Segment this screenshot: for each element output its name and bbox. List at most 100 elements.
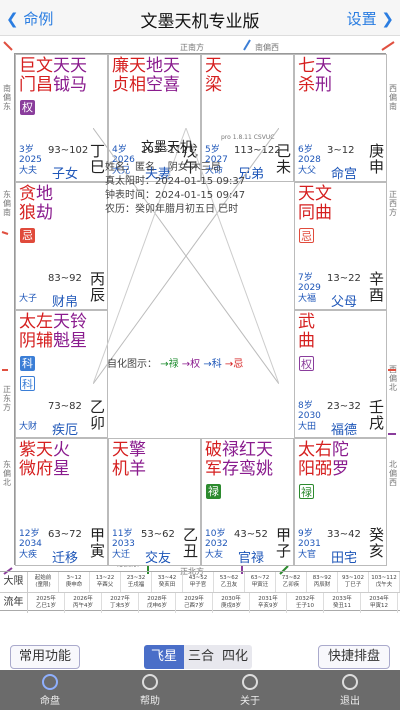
liu-cell[interactable]: 2031年 辛亥9岁 <box>250 593 287 613</box>
settings-button[interactable]: 设置 ❯ <box>347 8 394 29</box>
liu-cell[interactable]: 2026年 丙午4岁 <box>65 593 102 613</box>
palace-range: 23~32 <box>327 401 361 412</box>
palace-age: 6岁 2028 <box>298 145 321 165</box>
center-name-row: 姓名：匿名 阴女 木三局 <box>105 162 221 173</box>
info-icon <box>242 674 258 690</box>
palace-decade-label: 大福 <box>298 294 317 304</box>
palace-name: 官禄 <box>238 551 265 566</box>
tab-about[interactable]: 关于 <box>200 670 300 710</box>
common-functions-button[interactable]: 常用功能 <box>10 645 80 669</box>
sihua-badge: 禄 <box>299 484 314 499</box>
fly-star-tab[interactable]: 飞星 <box>144 645 184 669</box>
liu-cell[interactable]: 2027年 丁未5岁 <box>102 593 139 613</box>
palace-name: 田宅 <box>331 551 358 566</box>
da-cell[interactable]: 53~62 乙丑友 <box>214 572 245 592</box>
liu-row: 流年 2025年 乙巳1岁 2026年 丙午4岁 2027年 丁未5岁 2028年 戊… <box>0 592 400 613</box>
liu-cell[interactable]: 2028年 戊申6岁 <box>139 593 176 613</box>
quick-chart-button[interactable]: 快捷排盘 <box>318 645 390 669</box>
star-name: 火 星 <box>53 440 70 479</box>
liu-cell[interactable]: 2034年 甲寅12 <box>361 593 398 613</box>
sihua-badge: 禄 <box>206 484 221 499</box>
da-cell[interactable]: 63~72 甲寅迁 <box>245 572 276 592</box>
palace-decade-label: 大财 <box>19 422 38 432</box>
palace-cell[interactable]: 紫 微天 府火 星 12岁 2034 大疾 63~72 迁移甲 寅 <box>15 438 108 566</box>
self-transform-legend: 自化图示： →禄 →权 →科 →忌 <box>107 359 244 370</box>
da-cell[interactable]: 73~82 乙卯疾 <box>276 572 307 592</box>
palace-range: 3~12 <box>327 145 355 156</box>
star-name: 天 马 <box>70 56 87 95</box>
sihua-badge: 科 <box>20 376 35 391</box>
star-name: 天 府 <box>36 440 53 479</box>
palace-ganzhi: 乙 丑 <box>183 526 199 560</box>
chart-icon <box>42 674 58 690</box>
settings-label: 设置 <box>346 10 377 28</box>
palace-range: 93~102 <box>48 145 89 156</box>
star-name: 巨 门 <box>19 56 36 95</box>
palace-ganzhi: 乙 卯 <box>90 398 106 432</box>
star-name: 破 军 <box>205 440 222 479</box>
da-header: 大限 <box>0 572 28 592</box>
palace-range: 43~52 <box>234 529 268 540</box>
palace-stars: 七 杀天 刑 <box>298 57 332 95</box>
tab-chart[interactable]: 命盘 <box>0 670 100 710</box>
palace-cell[interactable]: 武 曲权 8岁 2030 大田 23~32 福德壬 戌 <box>294 310 387 438</box>
da-cell[interactable]: 起始前 (童限) <box>28 572 59 592</box>
sihua-badge: 科 <box>20 356 35 371</box>
navbar: ❮ 命例 文墨天机专业版 设置 ❯ <box>0 0 400 36</box>
palace-ganzhi: 壬 戌 <box>369 398 385 432</box>
tab-help[interactable]: 帮助 <box>100 670 200 710</box>
da-cell[interactable]: 13~22 辛酉父 <box>90 572 121 592</box>
palace-range: 63~72 <box>48 529 82 540</box>
palace-ganzhi: 甲 子 <box>276 526 292 560</box>
palace-stars: 太 阴左 辅天 魁铃 星 <box>19 313 87 351</box>
da-cell[interactable]: 23~32 壬戌福 <box>121 572 152 592</box>
palace-stars: 贪 狼地 劫 <box>19 185 53 223</box>
palace-stars: 廉 贞天 相地 空天 喜 <box>112 57 180 95</box>
da-cell[interactable]: 43~52 甲子官 <box>183 572 214 592</box>
palace-range: 53~62 <box>141 529 175 540</box>
palace-name: 命宫 <box>331 167 358 182</box>
palace-decade-label: 大官 <box>298 550 317 560</box>
palace-cell[interactable]: 天 同文 曲忌 7岁 2029 大福 13~22 父母辛 酉 <box>294 182 387 310</box>
star-name: 天 同 <box>298 184 315 223</box>
palace-age: 7岁 2029 <box>298 273 321 293</box>
liu-cell[interactable]: 2033年 癸丑11 <box>324 593 361 613</box>
star-name: 太 阴 <box>19 312 36 351</box>
center-version: pro 1.8.11 CSVUC <box>221 134 275 141</box>
exit-icon <box>342 674 358 690</box>
palace-cell[interactable]: 七 杀天 刑 6岁 2028 大父 3~12 命宫庚 申 <box>294 54 387 182</box>
star-name: 陀 罗 <box>332 440 349 479</box>
da-cell[interactable]: 3~12 庚申命 <box>59 572 90 592</box>
center-title: 文墨天机 <box>141 140 194 155</box>
palace-cell[interactable]: 太 阳右 弼陀 罗禄 9岁 2031 大官 33~42 田宅癸 亥 <box>294 438 387 566</box>
liu-cell[interactable]: 2030年 庚戌8岁 <box>213 593 250 613</box>
da-cell[interactable]: 83~92 丙辰财 <box>307 572 338 592</box>
star-name: 右 弼 <box>315 440 332 479</box>
da-cell[interactable]: 103~112 戊午夫 <box>369 572 400 592</box>
palace-decade-label: 大疾 <box>19 550 38 560</box>
da-cell[interactable]: 33~42 癸亥田 <box>152 572 183 592</box>
palace-name: 疾厄 <box>52 423 79 438</box>
chart-center: 文墨天机 pro 1.8.11 CSVUC 姓名：匿名 阴女 木三局 真太阳时：… <box>93 128 279 384</box>
palace-ganzhi: 癸 亥 <box>369 526 385 560</box>
liu-cell[interactable]: 2025年 乙巳1岁 <box>28 593 65 613</box>
palace-cell[interactable]: 天 机擎 羊 11岁 2033 大迁 53~62 交友乙 丑 <box>108 438 201 566</box>
palace-age: 3岁 2025 <box>19 145 42 165</box>
palace-cell[interactable]: 破 军禄 存红 鸾天 姚禄 10岁 2032 大友 43~52 官禄甲 子 <box>201 438 294 566</box>
sihua-tab[interactable]: 四化 <box>218 645 252 669</box>
liu-cell[interactable]: 2029年 己酉7岁 <box>176 593 213 613</box>
palace-age: 10岁 2032 <box>205 529 228 549</box>
sanhe-tab[interactable]: 三合 <box>184 645 218 669</box>
tab-chart-label: 命盘 <box>40 696 60 707</box>
center-lunar: 农历：癸卯年腊月初五日 巳时 <box>105 204 239 215</box>
liu-cell[interactable]: 2032年 壬子10 <box>287 593 324 613</box>
palace-ganzhi: 辛 酉 <box>369 270 385 304</box>
tab-bar: 命盘 帮助 关于 退出 <box>0 670 400 710</box>
star-name: 天 梁 <box>205 56 222 95</box>
star-name: 天 机 <box>112 440 129 479</box>
palace-ganzhi: 庚 申 <box>369 142 385 176</box>
da-cell[interactable]: 93~102 丁巳子 <box>338 572 369 592</box>
palace-stars: 紫 微天 府火 星 <box>19 441 70 479</box>
star-name: 天 相 <box>129 56 146 95</box>
tab-exit[interactable]: 退出 <box>300 670 400 710</box>
